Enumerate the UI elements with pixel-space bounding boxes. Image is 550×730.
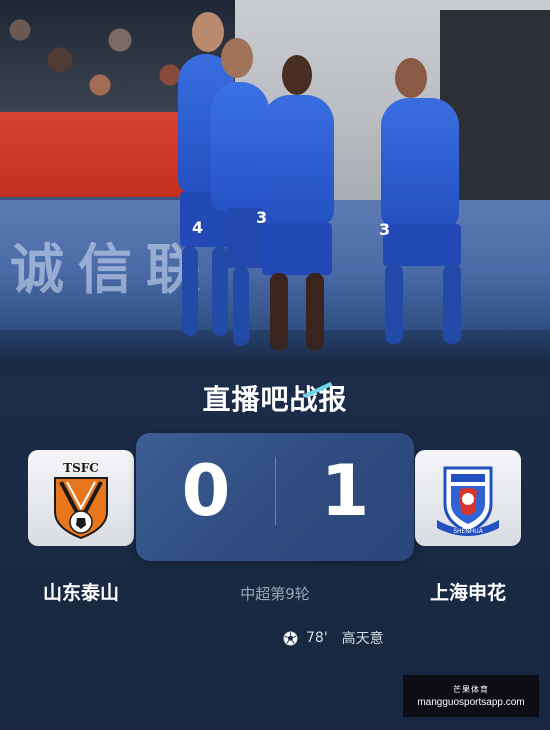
shenhua-crest-icon: SHENHUA: [437, 466, 499, 536]
home-team-name[interactable]: 山东泰山: [11, 578, 151, 605]
away-score: 1: [320, 450, 370, 532]
player-figure: 3: [375, 58, 470, 353]
round-label: 中超第9轮: [240, 585, 310, 603]
score-divider: [275, 457, 276, 525]
player-figure: 3: [250, 55, 345, 355]
soccer-ball-icon: [283, 630, 298, 646]
jersey-number: 4: [192, 218, 204, 237]
home-team-logo[interactable]: TSFC: [28, 450, 134, 546]
goal-minute: 78': [306, 630, 328, 646]
away-team-logo[interactable]: SHENHUA: [415, 450, 521, 546]
goal-event: 78' 高天意: [283, 628, 384, 648]
away-team-name[interactable]: 上海申花: [398, 578, 538, 605]
red-advertising-board: [0, 112, 190, 197]
home-score: 0: [181, 450, 231, 532]
goal-scorer: 高天意: [341, 631, 384, 647]
taishan-crest-icon: TSFC: [54, 461, 108, 540]
watermark-label: 芒果体育: [453, 685, 489, 694]
watermark: 芒果体育 mangguosportsapp.com: [403, 675, 539, 717]
report-title: 直播吧战报: [0, 378, 550, 418]
crest-short-name: SHENHUA: [453, 528, 484, 535]
watermark-url: mangguosportsapp.com: [417, 697, 525, 708]
jersey-number: 3: [379, 220, 391, 239]
match-photo: 诚信联 4 3 3: [0, 0, 550, 360]
crest-short-name: TSFC: [63, 461, 99, 475]
jersey-number: 3: [256, 208, 268, 227]
